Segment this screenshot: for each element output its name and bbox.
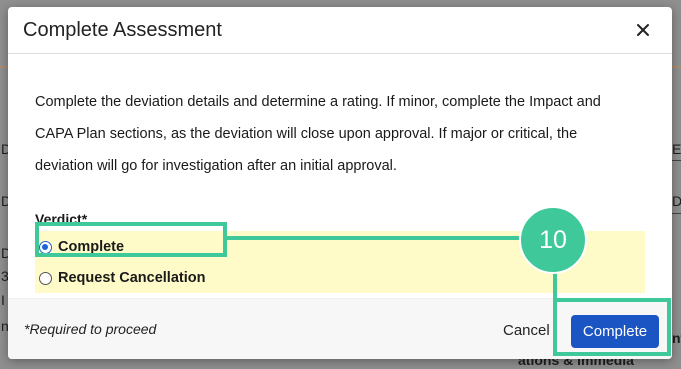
background-text: nt [672,330,681,346]
background-text: E [672,141,681,157]
annotation-highlight-complete-option [35,222,227,257]
background-divider [672,160,681,161]
background-text: I [1,292,5,308]
instructions-text: Complete the deviation details and deter… [35,94,601,174]
close-button[interactable] [630,17,656,43]
background-divider [672,213,681,214]
background-text: D [672,193,681,209]
step-number-badge: 10 [519,206,587,274]
required-note: *Required to proceed [24,321,157,337]
dialog-header: Complete Assessment [8,7,672,54]
close-icon [637,24,649,36]
radio-label[interactable]: Request Cancellation [58,270,205,286]
verdict-option-request-cancellation[interactable]: Request Cancellation [39,266,205,290]
radio-button[interactable] [39,271,52,285]
cancel-button[interactable]: Cancel [503,322,550,339]
annotation-connector [227,236,523,240]
annotation-highlight-complete-button [553,298,671,356]
dialog-title: Complete Assessment [23,19,222,41]
